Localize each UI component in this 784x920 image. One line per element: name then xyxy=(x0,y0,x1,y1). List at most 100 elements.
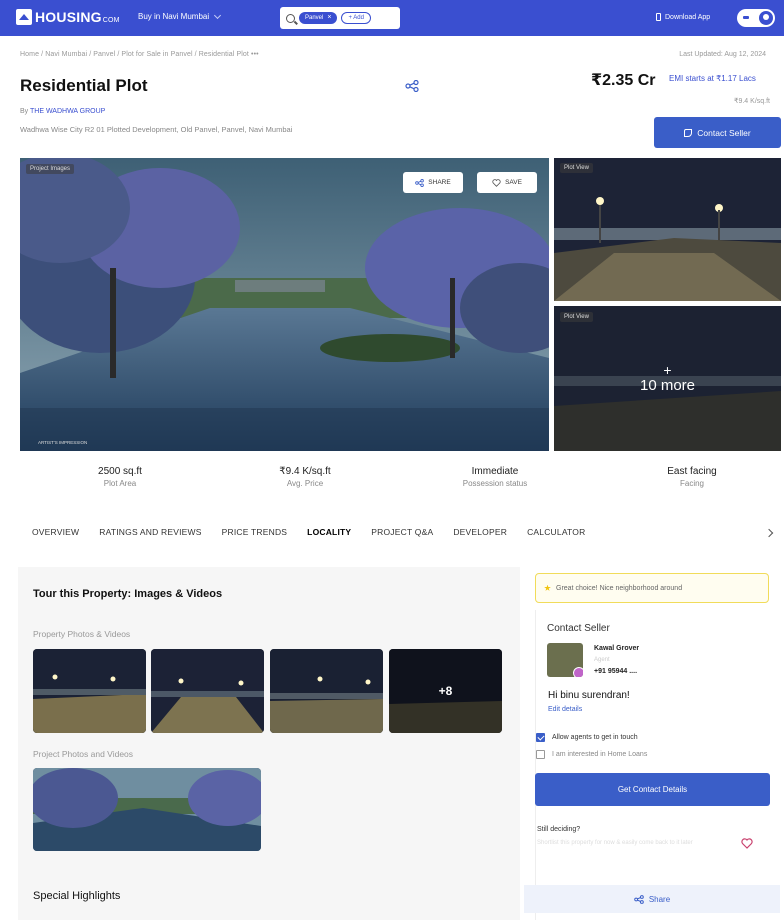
night-road-photo xyxy=(33,649,146,733)
seller-name: Kawal Grover xyxy=(594,645,640,652)
heart-icon[interactable] xyxy=(741,838,753,849)
search-bar[interactable]: Panvel × + Add xyxy=(280,7,400,29)
price-per-sqft: ₹9.4 K/sq.ft xyxy=(734,98,770,105)
share-label: SHARE xyxy=(428,179,451,186)
share-button[interactable]: Share xyxy=(524,885,780,913)
by-prefix: By xyxy=(20,108,30,115)
tab-ratings-reviews[interactable]: RATINGS AND REVIEWS xyxy=(99,527,201,537)
section-tabs: OVERVIEW RATINGS AND REVIEWS PRICE TREND… xyxy=(32,527,605,537)
download-app-link[interactable]: Download App xyxy=(656,13,710,21)
stat-label: Plot Area xyxy=(103,479,137,488)
user-avatar-icon xyxy=(759,11,773,25)
share-icon xyxy=(415,178,425,187)
edit-details-link[interactable]: Edit details xyxy=(548,706,582,713)
tab-overview[interactable]: OVERVIEW xyxy=(32,527,79,537)
save-label: SAVE xyxy=(505,179,522,186)
image-badge: Plot View xyxy=(560,163,593,173)
housing-logo[interactable]: HOUSINGCOM xyxy=(16,9,120,25)
home-loans-checkbox[interactable] xyxy=(536,750,545,759)
emi-link[interactable]: EMI starts at ₹1.17 Lacs xyxy=(669,74,756,83)
chevron-down-icon xyxy=(214,11,222,19)
phone-icon xyxy=(656,13,661,21)
contact-seller-heading: Contact Seller xyxy=(547,623,610,634)
property-photos-label: Property Photos & Videos xyxy=(33,629,131,639)
night-road-photo xyxy=(270,649,383,733)
profile-menu-toggle[interactable] xyxy=(737,9,775,27)
stat-label: Possession status xyxy=(462,479,528,488)
price: ₹2.35 Cr xyxy=(591,72,656,89)
still-deciding-subtitle: Shortlist this property for now & easily… xyxy=(537,840,693,846)
great-choice-text: Great choice! Nice neighborhood around xyxy=(556,584,683,592)
stat-value: ₹9.4 K/sq.ft xyxy=(279,466,331,477)
city-selector-label: Buy in Navi Mumbai xyxy=(138,12,210,21)
main-property-image[interactable]: Project Images SHARE SAVE ARTIST'S IMPRE… xyxy=(20,158,549,451)
stat-plot-area: 2500 sq.ft Plot Area xyxy=(45,466,195,488)
star-icon xyxy=(544,584,551,591)
stat-facing: East facing Facing xyxy=(617,466,767,488)
project-photo-thumbnail[interactable] xyxy=(33,768,261,851)
stat-label: Avg. Price xyxy=(286,479,324,488)
image-save-button[interactable]: SAVE xyxy=(477,172,537,193)
image-share-button[interactable]: SHARE xyxy=(403,172,463,193)
city-selector[interactable]: Buy in Navi Mumbai xyxy=(138,11,222,21)
plus-icon: + xyxy=(663,362,672,378)
tab-price-trends[interactable]: PRICE TRENDS xyxy=(222,527,288,537)
great-choice-banner: Great choice! Nice neighborhood around xyxy=(535,573,769,603)
photo-thumbnail[interactable] xyxy=(151,649,264,733)
add-location-button[interactable]: + Add xyxy=(341,12,371,24)
tab-developer[interactable]: DEVELOPER xyxy=(453,527,507,537)
seller-phone: +91 95944 .... xyxy=(594,668,638,675)
side-image-1[interactable]: Plot View xyxy=(554,158,781,301)
stat-value: East facing xyxy=(667,466,717,477)
share-icon xyxy=(634,894,644,904)
image-badge: Project Images xyxy=(26,164,75,174)
get-contact-details-button[interactable]: Get Contact Details xyxy=(535,773,770,806)
close-icon[interactable]: × xyxy=(327,14,331,21)
contact-seller-button[interactable]: Contact Seller xyxy=(654,117,781,148)
share-label: Share xyxy=(648,894,671,904)
stat-value: 2500 sq.ft xyxy=(98,466,142,477)
night-road-photo xyxy=(151,649,264,733)
still-deciding-title: Still deciding? xyxy=(537,826,581,833)
project-photos-label: Project Photos and Videos xyxy=(33,749,134,759)
allow-agents-checkbox[interactable] xyxy=(536,733,545,742)
more-photos-count: +8 xyxy=(389,649,502,733)
developer-link[interactable]: THE WADHWA GROUP xyxy=(30,108,105,115)
tab-calculator[interactable]: CALCULATOR xyxy=(527,527,585,537)
download-app-label: Download App xyxy=(665,13,711,21)
landscape-render xyxy=(20,158,549,451)
location-chip-label: Panvel xyxy=(305,15,324,21)
content-background xyxy=(18,567,520,920)
landscape-render xyxy=(33,768,261,851)
top-navbar: HOUSINGCOM Buy in Navi Mumbai Panvel × +… xyxy=(0,0,784,36)
telephone-icon xyxy=(684,128,693,137)
last-updated: Last Updated: Aug 12, 2024 xyxy=(679,51,766,58)
stat-avg-price: ₹9.4 K/sq.ft Avg. Price xyxy=(230,466,380,488)
side-image-2[interactable]: Plot View + 10 more xyxy=(554,306,781,451)
home-logo-icon xyxy=(16,9,32,25)
seller-role: Agent xyxy=(594,657,610,663)
page-title: Residential Plot xyxy=(20,76,148,95)
tour-section-title: Tour this Property: Images & Videos xyxy=(33,588,223,600)
seller-avatar xyxy=(547,643,583,677)
stat-possession: Immediate Possession status xyxy=(420,466,570,488)
more-images-overlay[interactable]: + 10 more xyxy=(554,306,781,451)
stat-label: Facing xyxy=(679,479,704,488)
logo-text: HOUSINGCOM xyxy=(35,9,120,25)
photo-thumbnail[interactable] xyxy=(270,649,383,733)
chevron-right-icon[interactable] xyxy=(764,528,774,538)
share-icon[interactable] xyxy=(405,80,419,92)
breadcrumb[interactable]: Home / Navi Mumbai / Panvel / Plot for S… xyxy=(20,51,259,58)
more-images-count: 10 more xyxy=(639,377,696,394)
night-road-photo xyxy=(554,158,781,301)
greeting: Hi binu surendran! xyxy=(548,690,630,701)
photo-thumbnail[interactable] xyxy=(33,649,146,733)
photo-thumbnail-more[interactable]: +8 xyxy=(389,649,502,733)
search-icon xyxy=(286,13,295,23)
tab-locality[interactable]: LOCALITY xyxy=(307,527,351,537)
developer-line: By THE WADHWA GROUP xyxy=(20,108,105,115)
special-highlights-title: Special Highlights xyxy=(33,890,121,902)
home-loans-label: I am interested in Home Loans xyxy=(552,751,648,758)
tab-project-qa[interactable]: PROJECT Q&A xyxy=(371,527,433,537)
location-chip[interactable]: Panvel × xyxy=(299,12,338,24)
